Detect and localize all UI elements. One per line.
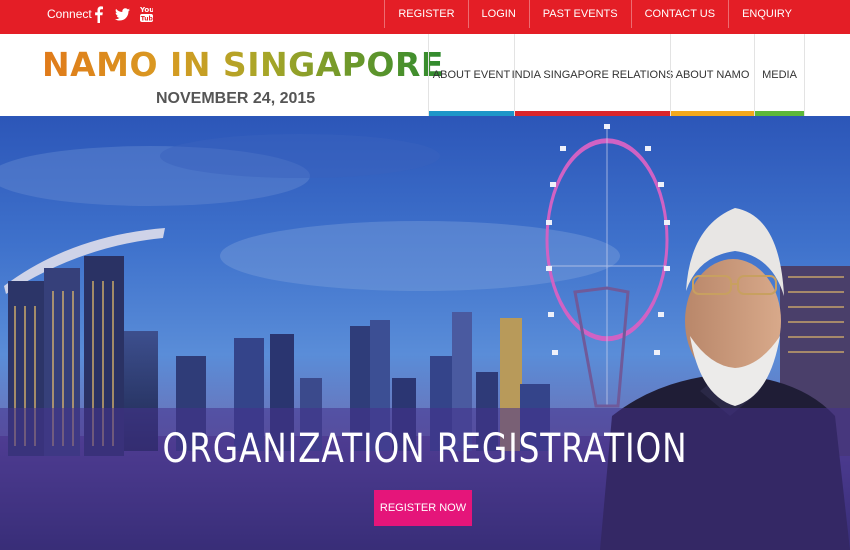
nav-about-namo[interactable]: ABOUT NAMO bbox=[670, 34, 754, 116]
top-nav-login[interactable]: LOGIN bbox=[467, 0, 529, 28]
facebook-icon[interactable] bbox=[92, 4, 104, 24]
nav-india-singapore-relations[interactable]: INDIA SINGAPORE RELATIONS bbox=[512, 34, 673, 116]
nav-media[interactable]: MEDIA bbox=[754, 34, 805, 116]
main-nav: ABOUT EVENT INDIA SINGAPORE RELATIONS AB… bbox=[428, 34, 805, 116]
top-bar: Connect You Tube REGISTER LOGIN PAST EVEN… bbox=[0, 0, 850, 34]
svg-text:Tube: Tube bbox=[140, 16, 152, 23]
top-nav-enquiry[interactable]: ENQUIRY bbox=[728, 0, 805, 28]
svg-text:You: You bbox=[140, 6, 153, 14]
top-nav-contact-us[interactable]: CONTACT US bbox=[630, 0, 729, 28]
hero-title: ORGANIZATION REGISTRATION bbox=[162, 426, 688, 472]
nav-media-label: MEDIA bbox=[762, 69, 797, 81]
nav-about-event[interactable]: ABOUT EVENT bbox=[428, 34, 514, 116]
nav-about-event-label: ABOUT EVENT bbox=[432, 69, 511, 81]
twitter-icon[interactable] bbox=[114, 4, 130, 24]
connect-label: Connect bbox=[47, 7, 92, 21]
top-nav-register[interactable]: REGISTER bbox=[384, 0, 467, 28]
nav-about-namo-label: ABOUT NAMO bbox=[675, 69, 750, 81]
site-logo-title[interactable]: NAMO IN SINGAPORE bbox=[42, 44, 444, 86]
top-nav: REGISTER LOGIN PAST EVENTS CONTACT US EN… bbox=[384, 0, 805, 28]
top-nav-past-events[interactable]: PAST EVENTS bbox=[528, 0, 631, 28]
register-now-button[interactable]: REGISTER NOW bbox=[374, 490, 472, 526]
nav-india-singapore-relations-label: INDIA SINGAPORE RELATIONS bbox=[511, 69, 674, 81]
event-date: NOVEMBER 24, 2015 bbox=[156, 90, 316, 107]
site-header: NAMO IN SINGAPORE NOVEMBER 24, 2015 ABOU… bbox=[0, 34, 850, 116]
hero-banner: ORGANIZATION REGISTRATION REGISTER NOW bbox=[0, 116, 850, 550]
youtube-icon[interactable]: You Tube bbox=[139, 4, 153, 24]
